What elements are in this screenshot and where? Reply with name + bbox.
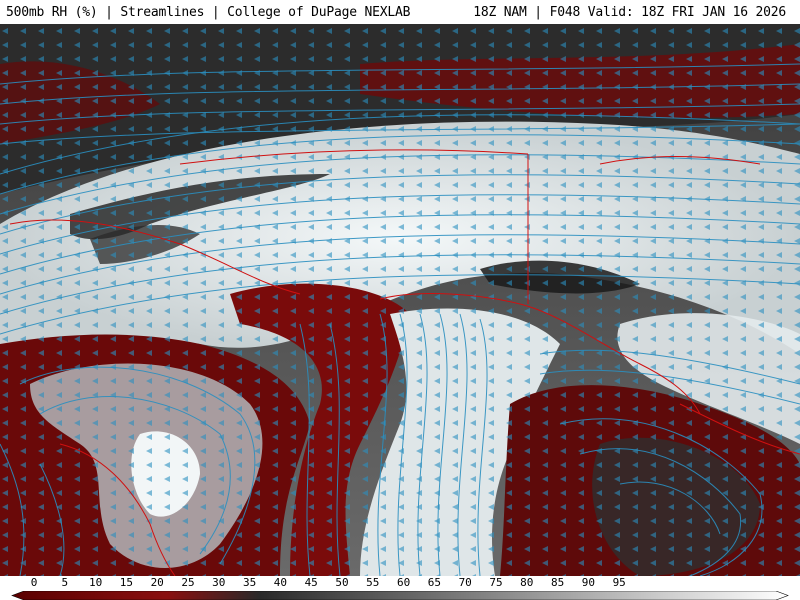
colorbar-tick-label: 90: [581, 576, 596, 589]
colorbar-tick-label: 70: [458, 576, 472, 589]
colorbar-tick-label: 95: [612, 576, 626, 589]
rh-map-panel: [0, 24, 800, 576]
colorbar-tick-label: 45: [304, 576, 318, 589]
valid-time-label: 18Z NAM | F048 Valid: 18Z FRI JAN 16 202…: [473, 5, 786, 20]
colorbar: [11, 591, 789, 600]
colorbar-tick-label: 50: [335, 576, 349, 589]
colorbar-tick-label: 15: [119, 576, 134, 589]
header: 500mb RH (%) | Streamlines | College of …: [0, 0, 800, 24]
colorbar-tick-label: 65: [427, 576, 442, 589]
colorbar-tick-label: 25: [181, 576, 195, 589]
colorbar-tick-label: 20: [150, 576, 164, 589]
rh-map-svg: [0, 24, 800, 576]
colorbar-tick-label: 35: [242, 576, 257, 589]
colorbar-tick-label: 30: [212, 576, 226, 589]
colorbar-tick-label: 80: [520, 576, 534, 589]
colorbar-tick-label: 0: [30, 576, 38, 589]
map-title: 500mb RH (%) | Streamlines | College of …: [6, 5, 411, 20]
colorbar-tick-label: 10: [88, 576, 103, 589]
colorbar-tick-label: 75: [489, 576, 503, 589]
colorbar-tick-label: 85: [550, 576, 565, 589]
colorbar-legend: 0 5 10 15 20 25 30 35 40 45 50 55 60 65 70 75 80 85 90 95: [0, 576, 800, 600]
colorbar-tick-label: 60: [396, 576, 411, 589]
colorbar-tick-label: 55: [366, 576, 380, 589]
streamline-arrows: [0, 24, 800, 576]
colorbar-tick-label: 40: [273, 576, 288, 589]
colorbar-tick-label: 5: [61, 576, 69, 589]
